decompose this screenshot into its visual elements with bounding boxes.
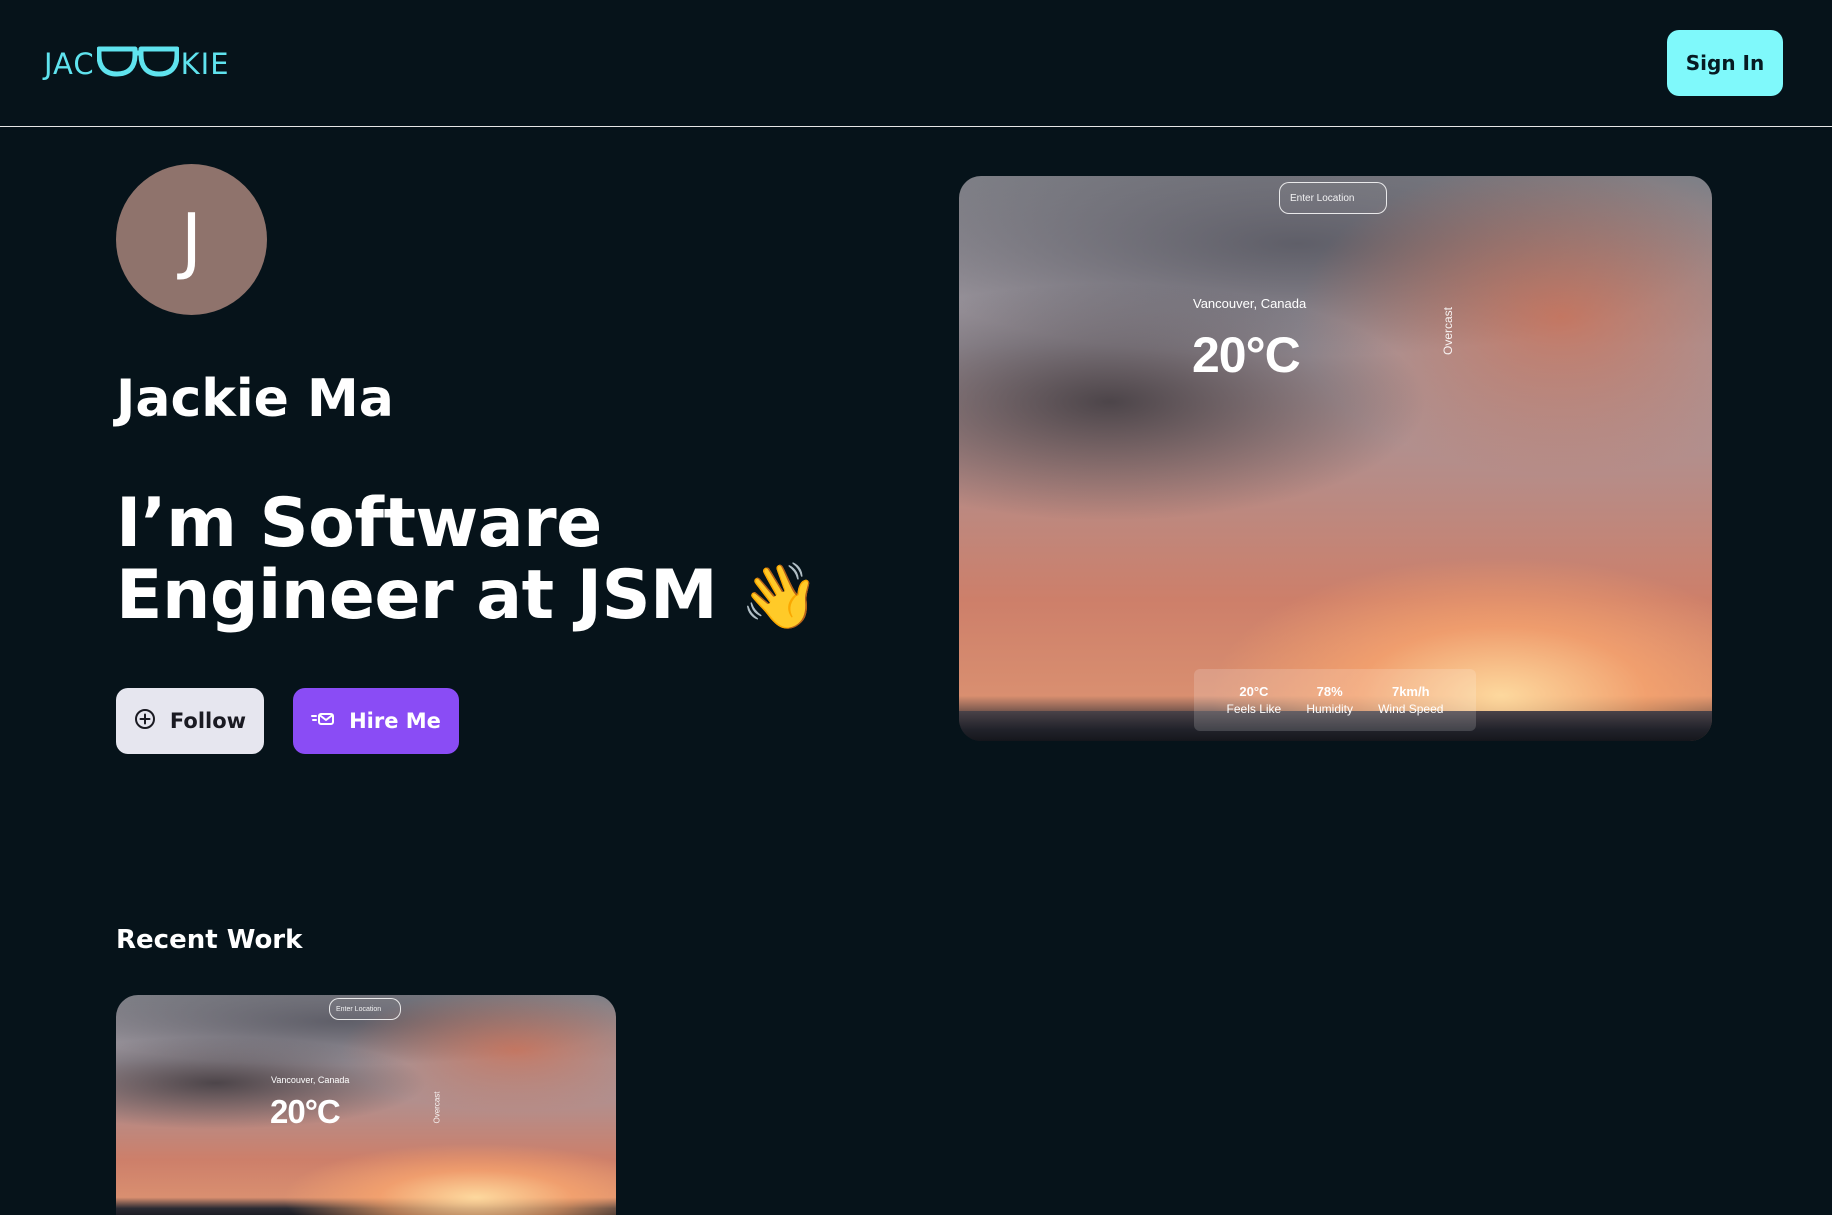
location-input: Enter Location — [1279, 182, 1387, 214]
sign-in-button[interactable]: Sign In — [1667, 30, 1783, 96]
city-label: Vancouver, Canada — [1193, 296, 1307, 311]
follow-label: Follow — [169, 709, 247, 733]
site-logo[interactable]: JAC KIE — [44, 46, 230, 81]
recent-work-card[interactable]: Enter Location Vancouver, Canada 20°C Ov… — [116, 995, 616, 1215]
recent-work-title: Recent Work — [116, 925, 303, 955]
city-label: Vancouver, Canada — [271, 1075, 350, 1085]
logo-text-left: JAC — [44, 47, 95, 81]
temperature-label: 20°C — [270, 1093, 341, 1130]
waving-hand-icon: 👋 — [740, 560, 820, 634]
follow-button[interactable]: Follow — [116, 688, 264, 754]
avatar: J — [116, 164, 267, 315]
stat-feels-like: 20°C Feels Like — [1226, 684, 1282, 716]
mail-send-icon — [311, 709, 335, 733]
location-input: Enter Location — [329, 998, 401, 1020]
avatar-initial: J — [180, 197, 203, 282]
weather-stats-panel: 20°C Feels Like 78% Humidity 7km/h Wind … — [1194, 669, 1476, 731]
plus-circle-icon — [134, 708, 156, 735]
stat-wind-speed: 7km/h Wind Speed — [1378, 684, 1444, 716]
stat-humidity: 78% Humidity — [1306, 684, 1353, 716]
weather-app-preview[interactable]: Enter Location Vancouver, Canada 20°C Ov… — [959, 176, 1712, 741]
top-navbar: JAC KIE Sign In — [0, 0, 1832, 127]
hire-me-label: Hire Me — [349, 709, 441, 733]
hire-me-button[interactable]: Hire Me — [293, 688, 459, 754]
logo-text-right: KIE — [180, 47, 230, 81]
profile-headline: I’m Software Engineer at JSM 👋 — [116, 488, 956, 634]
temperature-label: 20°C — [1192, 327, 1301, 383]
profile-name: Jackie Ma — [116, 369, 394, 429]
condition-label: Overcast — [432, 1091, 442, 1124]
headline-text: I’m Software Engineer at JSM — [116, 484, 718, 635]
condition-label: Overcast — [1441, 306, 1456, 356]
glasses-icon — [96, 45, 180, 84]
